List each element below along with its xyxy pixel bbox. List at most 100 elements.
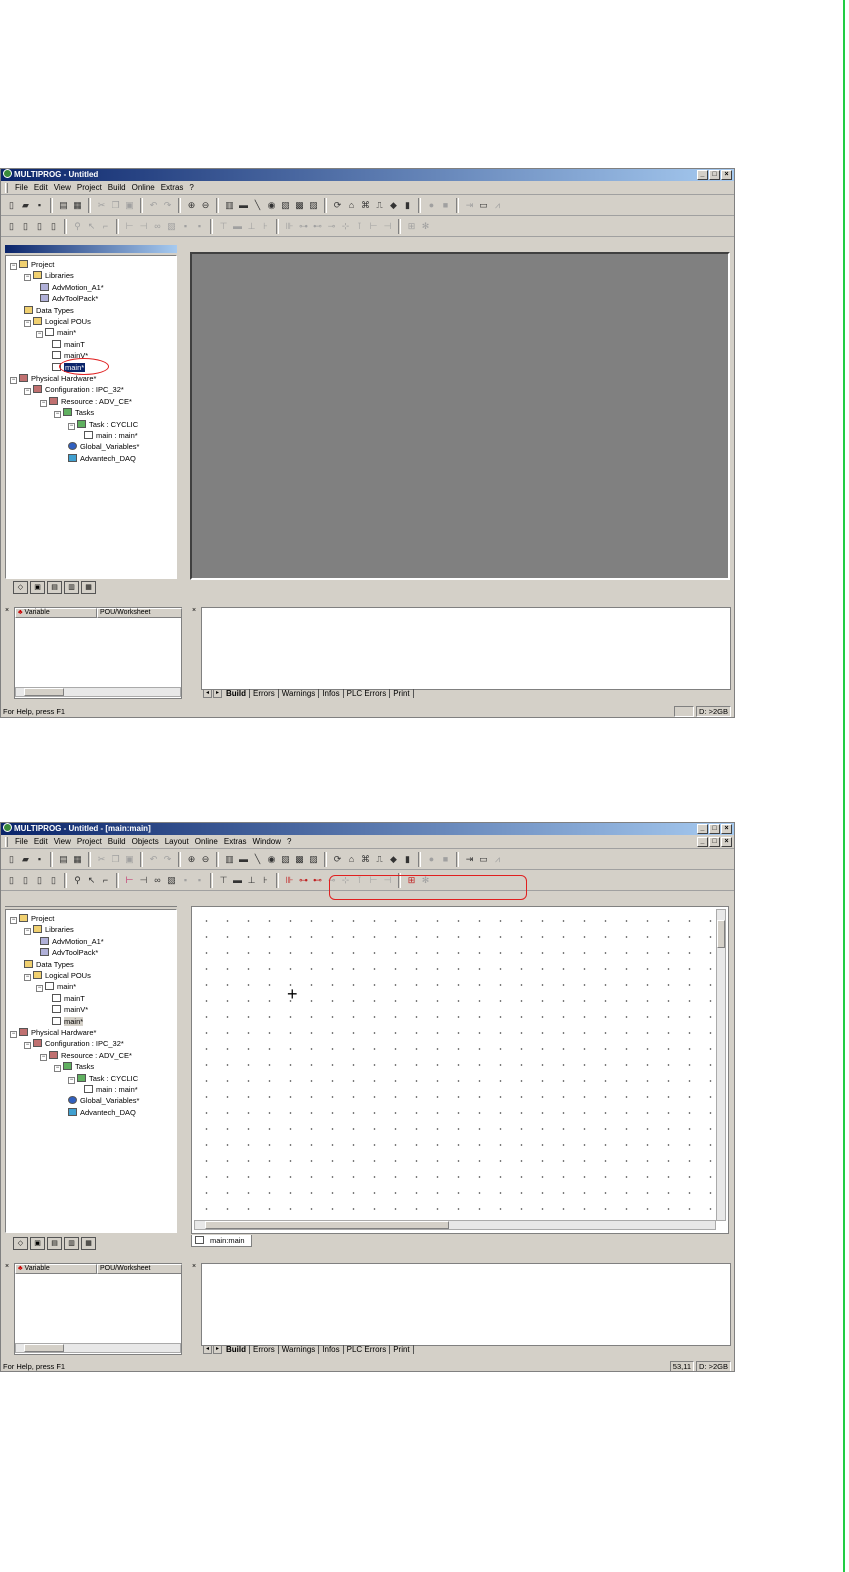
comment-icon[interactable]: ▪ <box>193 874 206 887</box>
align-left-icon[interactable]: ⊤ <box>217 220 230 233</box>
tree-item[interactable]: − Logical POUs <box>24 971 91 981</box>
compile-icon[interactable]: ⟳ <box>331 853 344 866</box>
maximize-button[interactable]: □ <box>709 824 720 834</box>
tree-item[interactable]: Advantech_DAQ <box>68 1107 136 1118</box>
menu-build[interactable]: Build <box>105 183 129 192</box>
collapse-toggle-icon[interactable]: − <box>40 399 47 407</box>
files-tab-icon[interactable]: ▣ <box>30 1237 45 1250</box>
tree-item[interactable]: AdvMotion_A1* <box>40 282 104 293</box>
ld-editor-canvas[interactable] <box>191 906 729 1234</box>
ld-coil-icon[interactable]: ⊷ <box>311 874 324 887</box>
mdi-close-button[interactable]: × <box>721 837 732 847</box>
ld-contact-icon[interactable]: ⊶ <box>297 220 310 233</box>
tab-warnings[interactable]: Warnings <box>279 1345 320 1354</box>
tree-item[interactable]: Global_Variables* <box>68 1096 139 1106</box>
collapse-toggle-icon[interactable]: − <box>36 331 43 339</box>
redo-icon[interactable]: ↷ <box>161 199 174 212</box>
align-right-icon[interactable]: ⊥ <box>245 874 258 887</box>
libraries-tab-icon[interactable]: ▤ <box>47 581 62 594</box>
control-dialog-icon[interactable]: ▮ <box>401 199 414 212</box>
watch-window-icon[interactable]: ▩ <box>293 199 306 212</box>
tree-item[interactable]: Global_Variables* <box>68 442 139 452</box>
select-pointer-icon[interactable]: ↖ <box>85 874 98 887</box>
ld-right-icon[interactable]: ⊣ <box>381 220 394 233</box>
tree-item[interactable]: − Logical POUs <box>24 317 91 327</box>
save-icon[interactable]: ▪ <box>33 199 46 212</box>
undo-icon[interactable]: ↶ <box>147 199 160 212</box>
print-preview-icon[interactable]: ▤ <box>57 853 70 866</box>
monitor-icon[interactable]: ▭ <box>477 199 490 212</box>
menu-edit[interactable]: Edit <box>31 183 51 192</box>
undo-icon[interactable]: ↶ <box>147 853 160 866</box>
varlist-hscrollbar[interactable] <box>15 687 181 697</box>
print-icon[interactable]: ▦ <box>71 199 84 212</box>
tab-errors[interactable]: Errors <box>250 689 279 698</box>
compile-icon[interactable]: ⟳ <box>331 199 344 212</box>
close-varlist-icon[interactable]: × <box>5 607 9 614</box>
collapse-toggle-icon[interactable]: − <box>24 274 31 282</box>
tree-item[interactable]: − Task : CYCLIC <box>68 1073 138 1084</box>
tab-print[interactable]: Print <box>390 1345 414 1354</box>
tab-scroll-first[interactable]: ◂ <box>203 689 212 698</box>
tab-infos[interactable]: Infos <box>319 689 344 698</box>
zoom-out-icon[interactable]: ⊖ <box>199 199 212 212</box>
menu-online[interactable]: Online <box>192 837 221 846</box>
block-icon[interactable]: ▪ <box>179 220 192 233</box>
tree-item[interactable]: AdvToolPack* <box>40 948 98 958</box>
tree-item[interactable]: Data Types <box>24 959 74 970</box>
tree-item[interactable]: Data Types <box>24 305 74 316</box>
tab-build[interactable]: Build <box>223 689 250 698</box>
instances-tab-icon[interactable]: ▦ <box>81 1237 96 1250</box>
tree-item[interactable]: − Task : CYCLIC <box>68 419 138 430</box>
minimize-button[interactable]: _ <box>697 170 708 180</box>
zoom-in-icon[interactable]: ⊕ <box>185 199 198 212</box>
copy-icon[interactable]: ❐ <box>109 853 122 866</box>
cross-reference-icon[interactable]: ◉ <box>265 853 278 866</box>
variable-icon[interactable]: ∞ <box>151 874 164 887</box>
tab-scroll-last[interactable]: ▸ <box>213 689 222 698</box>
tree-item[interactable]: mainV* <box>52 1005 88 1015</box>
mdi-restore-button[interactable]: □ <box>709 837 720 847</box>
tree-item[interactable]: − Project <box>10 914 54 924</box>
tree-item[interactable]: − Physical Hardware* <box>10 1028 96 1038</box>
collapse-toggle-icon[interactable]: − <box>10 377 17 384</box>
find-icon[interactable]: ⚲ <box>71 220 84 233</box>
collapse-toggle-icon[interactable]: − <box>36 985 43 993</box>
collapse-toggle-icon[interactable]: − <box>24 388 31 396</box>
insert-function-block-icon[interactable]: ▯ <box>33 220 46 233</box>
collapse-toggle-icon[interactable]: − <box>24 320 31 327</box>
column-pou-worksheet[interactable]: POU/Worksheet <box>97 1264 182 1274</box>
library-icon[interactable]: ▧ <box>279 853 292 866</box>
close-button[interactable]: × <box>721 170 732 180</box>
cross-reference-icon[interactable]: ◉ <box>265 199 278 212</box>
tab-errors[interactable]: Errors <box>250 1345 279 1354</box>
monitor-icon[interactable]: ▭ <box>477 853 490 866</box>
tree-item[interactable]: Advantech_DAQ <box>68 453 136 464</box>
editor-hscrollbar[interactable] <box>194 1220 716 1230</box>
coil-icon[interactable]: ⊣ <box>137 874 150 887</box>
new-file-icon[interactable]: ▯ <box>5 853 18 866</box>
menu-online[interactable]: Online <box>129 183 158 192</box>
find-icon[interactable]: ⚲ <box>71 874 84 887</box>
editor-vscrollbar[interactable] <box>716 909 726 1221</box>
tree-item[interactable]: − Libraries <box>24 271 74 282</box>
ld-network-icon[interactable]: ⊪ <box>283 220 296 233</box>
menu-extras[interactable]: Extras <box>158 183 187 192</box>
connect-line-icon[interactable]: ⌐ <box>99 874 112 887</box>
collapse-toggle-icon[interactable]: − <box>54 411 61 419</box>
edit-wizard-icon[interactable]: ╲ <box>251 853 264 866</box>
tab-infos[interactable]: Infos <box>319 1345 344 1354</box>
tree-item[interactable]: − Configuration : IPC_32* <box>24 385 124 396</box>
watch-window-icon[interactable]: ▩ <box>293 853 306 866</box>
step-icon[interactable]: ⇥ <box>463 853 476 866</box>
scroll-thumb[interactable] <box>24 1344 64 1352</box>
maximize-button[interactable]: □ <box>709 170 720 180</box>
menu-build[interactable]: Build <box>105 837 129 846</box>
close-output-icon[interactable]: × <box>192 1263 196 1270</box>
column-variable[interactable]: ♣ Variable <box>15 1264 97 1274</box>
tab-print[interactable]: Print <box>390 689 414 698</box>
menu-file[interactable]: File <box>12 183 31 192</box>
collapse-toggle-icon[interactable]: − <box>68 1076 75 1084</box>
tree-tab-icon[interactable]: ◇ <box>13 1237 28 1250</box>
ld-branch-icon[interactable]: ⊸ <box>325 220 338 233</box>
